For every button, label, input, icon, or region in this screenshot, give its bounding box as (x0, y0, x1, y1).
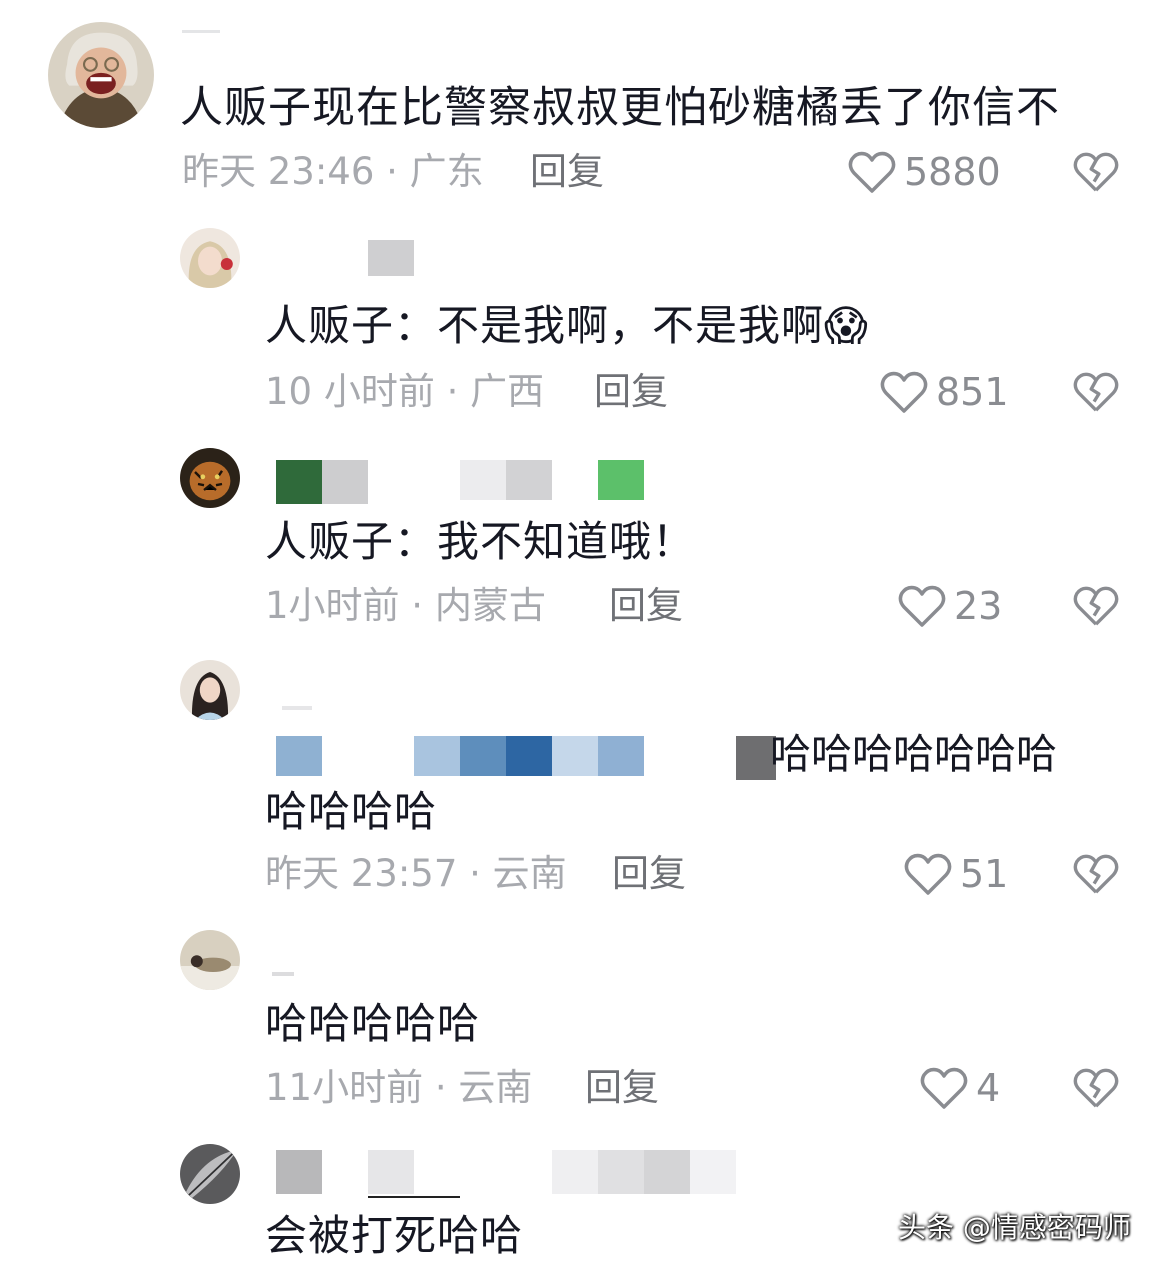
username-blurred (460, 736, 506, 776)
username-blurred (276, 736, 322, 776)
like-button[interactable]: 51 (904, 850, 1008, 898)
comment-meta: 11小时前 · 云南 (265, 1066, 533, 1109)
like-count: 851 (936, 370, 1009, 414)
comment-meta: 昨天 23:57 · 云南 (265, 852, 567, 895)
username-blurred (552, 736, 598, 776)
dislike-broken-heart-icon[interactable] (1073, 852, 1119, 896)
username-blurred[interactable] (276, 460, 322, 504)
comment-text: 会被打死哈哈 (265, 1211, 524, 1260)
username-blurred (644, 1150, 690, 1194)
username-blurred[interactable] (276, 1150, 322, 1194)
person-lying-avatar-icon (180, 930, 240, 990)
like-button[interactable]: 4 (920, 1064, 1000, 1112)
comment-meta: 10 小时前 · 广西 (265, 370, 545, 413)
username-blurred (690, 1150, 736, 1194)
dislike-broken-heart-icon[interactable] (1073, 370, 1119, 414)
woman-avatar-icon (180, 660, 240, 720)
like-count: 5880 (904, 150, 1001, 194)
username-blurred[interactable] (368, 240, 414, 276)
comment-text: 哈哈哈哈 (265, 787, 438, 836)
dislike-broken-heart-icon[interactable] (1073, 1066, 1119, 1110)
commenter-avatar[interactable] (180, 930, 240, 990)
username-blurred (368, 1150, 414, 1194)
heart-icon (920, 1067, 968, 1109)
reply-button[interactable]: 回复 (612, 852, 686, 896)
username-blurred (598, 1150, 644, 1194)
feather-avatar-icon (180, 1144, 240, 1204)
watermark: 头条 @情感密码师 (898, 1211, 1131, 1244)
comment-meta: 昨天 23:46 · 广东 (182, 150, 484, 193)
commenter-avatar[interactable] (180, 1144, 240, 1204)
username-blurred (598, 736, 644, 776)
username-blurred (414, 736, 460, 776)
heart-icon (848, 151, 896, 193)
like-button[interactable]: 851 (880, 368, 1009, 416)
comment-text: 哈哈哈哈哈哈哈 (770, 730, 1057, 778)
commenter-avatar[interactable] (180, 660, 240, 720)
comment-meta: 1小时前 · 内蒙古 (265, 584, 546, 627)
like-count: 4 (976, 1066, 1001, 1110)
reply-button[interactable]: 回复 (530, 150, 604, 194)
comment-text: 人贩子现在比警察叔叔更怕砂糖橘丢了你信不 (180, 83, 1060, 133)
heart-icon (898, 585, 946, 627)
username-underline (368, 1196, 460, 1198)
dislike-broken-heart-icon[interactable] (1073, 150, 1119, 194)
username-blurred (552, 1150, 598, 1194)
comment-text: 哈哈哈哈哈 (265, 999, 481, 1048)
comment-text: 人贩子：不是我啊，不是我啊😱 (265, 301, 869, 350)
girl-avatar-icon (180, 228, 240, 288)
reply-button[interactable]: 回复 (594, 370, 668, 414)
username-blurred (506, 736, 552, 776)
reply-button[interactable]: 回复 (585, 1066, 659, 1110)
reply-button[interactable]: 回复 (609, 584, 683, 628)
like-count: 23 (954, 584, 1003, 628)
username-placeholder[interactable] (282, 706, 312, 710)
username-blurred (598, 460, 644, 500)
heart-icon (880, 371, 928, 413)
username-blurred (460, 460, 506, 500)
commenter-avatar[interactable] (180, 228, 240, 288)
like-button[interactable]: 23 (898, 582, 1002, 630)
username-blurred (322, 460, 368, 504)
comment-text: 人贩子：我不知道哦！ (265, 517, 696, 566)
laughing-person-avatar-icon (48, 22, 154, 128)
commenter-avatar[interactable] (48, 22, 154, 128)
heart-icon (904, 853, 952, 895)
tiger-avatar-icon (180, 448, 240, 508)
commenter-avatar[interactable] (180, 448, 240, 508)
like-count: 51 (960, 852, 1009, 896)
username-placeholder[interactable] (182, 30, 220, 33)
like-button[interactable]: 5880 (848, 148, 1001, 196)
username-placeholder[interactable] (272, 972, 294, 976)
username-blurred (506, 460, 552, 500)
dislike-broken-heart-icon[interactable] (1073, 584, 1119, 628)
